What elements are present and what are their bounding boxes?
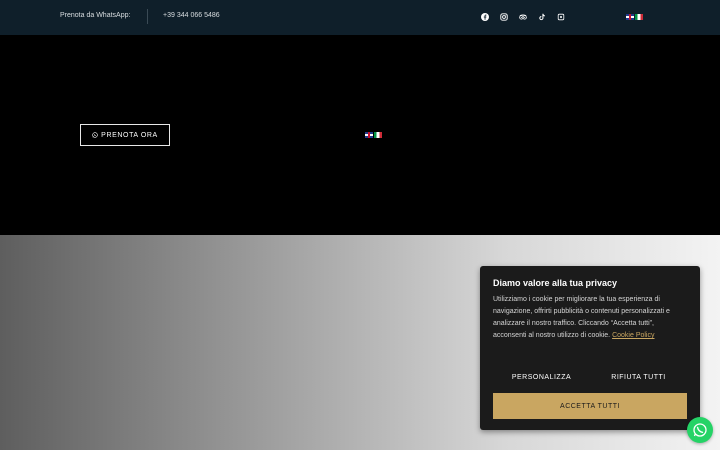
hero-language-switcher bbox=[365, 132, 382, 138]
italy-flag-icon[interactable] bbox=[635, 14, 643, 20]
foursquare-icon[interactable] bbox=[556, 12, 566, 22]
language-switcher bbox=[626, 14, 643, 20]
uk-flag-icon[interactable] bbox=[626, 14, 634, 20]
tripadvisor-icon[interactable] bbox=[518, 12, 528, 22]
rifiuta-tutti-button[interactable]: RIFIUTA TUTTI bbox=[590, 370, 687, 384]
topbar-divider bbox=[147, 9, 148, 24]
accetta-tutti-button[interactable]: ACCETTA TUTTI bbox=[493, 393, 687, 419]
instagram-icon[interactable] bbox=[499, 12, 509, 22]
italy-flag-icon[interactable] bbox=[374, 132, 382, 138]
phone-number-link[interactable]: +39 344 066 5486 bbox=[163, 12, 220, 19]
whatsapp-chat-button[interactable] bbox=[687, 417, 713, 443]
whatsapp-icon bbox=[92, 132, 98, 138]
whatsapp-icon bbox=[693, 423, 707, 437]
whatsapp-booking-label: Prenota da WhatsApp: bbox=[60, 12, 131, 19]
top-bar: Prenota da WhatsApp: +39 344 066 5486 bbox=[0, 0, 720, 35]
facebook-icon[interactable] bbox=[480, 12, 490, 22]
tiktok-icon[interactable] bbox=[537, 12, 547, 22]
cookie-policy-link[interactable]: Cookie Policy bbox=[612, 332, 654, 339]
prenota-ora-button[interactable]: PRENOTA ORA bbox=[80, 124, 170, 146]
uk-flag-icon[interactable] bbox=[365, 132, 373, 138]
personalizza-button[interactable]: PERSONALIZZA bbox=[493, 370, 590, 384]
cookie-banner-text: Utilizziamo i cookie per migliorare la t… bbox=[493, 294, 689, 342]
cookie-banner-title: Diamo valore alla tua privacy bbox=[493, 278, 618, 288]
cookie-consent-banner: Diamo valore alla tua privacy Utilizziam… bbox=[480, 266, 700, 430]
prenota-ora-label: PRENOTA ORA bbox=[101, 131, 158, 139]
